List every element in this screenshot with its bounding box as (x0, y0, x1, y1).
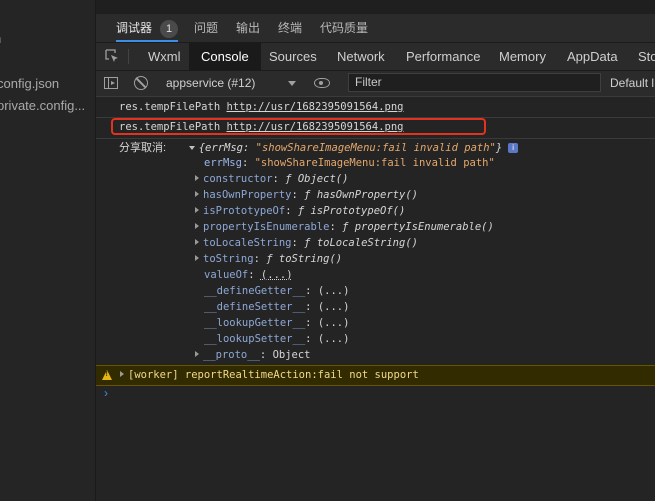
file-item[interactable]: n (0, 31, 1, 46)
context-selector[interactable]: appservice (#12) (166, 71, 255, 96)
filter-input[interactable] (348, 73, 601, 92)
clear-console-icon[interactable] (134, 76, 148, 90)
property-key: valueOf (204, 269, 249, 281)
log-message: res.tempFilePath http://usr/168239509156… (96, 99, 655, 115)
property-value: ƒ toString() (266, 253, 343, 265)
expand-triangle-icon[interactable] (195, 175, 199, 181)
object-property: __defineSetter__: (...) (204, 301, 350, 313)
property-key: isPrototypeOf (203, 205, 286, 217)
log-levels-dropdown[interactable]: Default l (610, 71, 654, 96)
highlight-annotation-box (111, 118, 486, 135)
devtools-tab-bar: Wxml Console Sources Network Performance… (96, 43, 655, 71)
show-sidebar-icon[interactable] (104, 77, 118, 89)
tab-debugger[interactable]: 调试器 1 (116, 14, 179, 42)
file-item[interactable]: s (0, 53, 1, 68)
tab-wxml[interactable]: Wxml (136, 43, 193, 70)
top-strip (96, 0, 655, 14)
console-prompt[interactable]: › (104, 386, 108, 400)
tab-appdata[interactable]: AppData (555, 43, 630, 70)
file-item[interactable]: config.json (0, 76, 59, 91)
property-value: ƒ hasOwnProperty() (304, 189, 418, 201)
property-key: toLocaleString (203, 237, 292, 249)
expand-triangle-icon[interactable] (195, 255, 199, 261)
object-property[interactable]: toString: ƒ toString() (96, 251, 655, 267)
tab-code-quality[interactable]: 代码质量 (320, 14, 368, 42)
tab-console[interactable]: Console (189, 43, 261, 70)
expand-triangle-icon[interactable] (195, 191, 199, 197)
object-property: __lookupGetter__: (...) (204, 317, 350, 329)
property-value: Object (272, 349, 311, 361)
tab-network[interactable]: Network (325, 43, 397, 70)
tab-problems[interactable]: 问题 (194, 14, 218, 42)
expand-triangle-icon[interactable] (195, 239, 199, 245)
warning-icon (102, 370, 112, 380)
inspect-element-icon[interactable] (105, 49, 119, 63)
lazy-getter-button[interactable]: (...) (318, 285, 350, 297)
lazy-getter-button[interactable]: (...) (318, 301, 350, 313)
tab-debugger-label: 调试器 (116, 21, 153, 35)
file-explorer: n s config.json private.config... (0, 0, 96, 501)
property-key: __lookupGetter__ (204, 317, 306, 329)
property-value: "showShareImageMenu:fail invalid path" (254, 157, 495, 169)
object-property: __defineGetter__: (...) (204, 285, 350, 297)
property-key: constructor (203, 173, 273, 185)
property-key: __lookupSetter__ (204, 333, 306, 345)
object-property: errMsg: "showShareImageMenu:fail invalid… (204, 157, 495, 169)
object-property[interactable]: toLocaleString: ƒ toLocaleString() (96, 235, 655, 251)
property-key: __defineGetter__ (204, 285, 306, 297)
object-property[interactable]: __proto__: Object (96, 347, 655, 363)
panel-tab-bar: 调试器 1 问题 输出 终端 代码质量 (96, 14, 655, 43)
property-key: errMsg (204, 157, 242, 169)
summary-key: errMsg (205, 142, 243, 154)
tab-performance[interactable]: Performance (394, 43, 492, 70)
warning-message: [worker] reportRealtimeAction:fail not s… (96, 365, 655, 386)
property-key: hasOwnProperty (203, 189, 292, 201)
lazy-getter-button[interactable]: (...) (318, 317, 350, 329)
object-summary[interactable]: {errMsg: "showShareImageMenu:fail invali… (199, 142, 502, 154)
object-property: valueOf: (...) (204, 269, 293, 281)
info-icon: i (508, 143, 519, 153)
object-property[interactable]: isPrototypeOf: ƒ isPrototypeOf() (96, 203, 655, 219)
live-expression-eye-icon[interactable] (314, 78, 330, 88)
console-output: res.tempFilePath http://usr/168239509156… (96, 97, 655, 501)
summary-value: "showShareImageMenu:fail invalid path" (255, 142, 496, 154)
property-key: __proto__ (203, 349, 260, 361)
object-property[interactable]: propertyIsEnumerable: ƒ propertyIsEnumer… (96, 219, 655, 235)
property-value: ƒ Object() (285, 173, 349, 185)
error-prefix: 分享取消: (119, 142, 167, 154)
debug-panel: 调试器 1 问题 输出 终端 代码质量 Wxml Console Sources … (96, 0, 655, 501)
toolbar-divider (128, 49, 129, 64)
tab-output[interactable]: 输出 (236, 14, 260, 42)
console-toolbar: appservice (#12) Default l (96, 71, 655, 97)
expand-triangle-icon[interactable] (195, 207, 199, 213)
object-property[interactable]: constructor: ƒ Object() (96, 171, 655, 187)
property-value: ƒ propertyIsEnumerable() (342, 221, 494, 233)
warning-content: [worker] reportRealtimeAction:fail not s… (128, 369, 419, 381)
lazy-getter-button[interactable]: (...) (318, 333, 350, 345)
warning-text: [worker] reportRealtimeAction:fail not s… (120, 366, 419, 385)
error-object-message: 分享取消: {errMsg: "showShareImageMenu:fail … (96, 140, 655, 156)
log-label: res.tempFilePath (119, 101, 221, 113)
log-link[interactable]: http://usr/1682395091564.png (226, 101, 403, 113)
property-key: propertyIsEnumerable (203, 221, 330, 233)
property-key: __defineSetter__ (204, 301, 306, 313)
property-value: ƒ toLocaleString() (304, 237, 418, 249)
expand-triangle-icon[interactable] (188, 146, 195, 150)
expand-triangle-icon[interactable] (195, 223, 199, 229)
tab-sources[interactable]: Sources (257, 43, 329, 70)
tab-terminal[interactable]: 终端 (278, 14, 302, 42)
chevron-down-icon[interactable] (288, 81, 296, 86)
object-property: __lookupSetter__: (...) (204, 333, 350, 345)
lazy-getter-button[interactable]: (...) (261, 269, 293, 281)
property-key: toString (203, 253, 254, 265)
property-value: ƒ isPrototypeOf() (297, 205, 406, 217)
tab-memory[interactable]: Memory (487, 43, 558, 70)
tab-storage[interactable]: Sto (626, 43, 655, 70)
object-property[interactable]: hasOwnProperty: ƒ hasOwnProperty() (96, 187, 655, 203)
issue-count-badge: 1 (160, 20, 179, 38)
expand-triangle-icon[interactable] (120, 371, 124, 377)
message-divider (96, 138, 655, 139)
file-item[interactable]: private.config... (0, 98, 85, 113)
expand-triangle-icon[interactable] (195, 351, 199, 357)
